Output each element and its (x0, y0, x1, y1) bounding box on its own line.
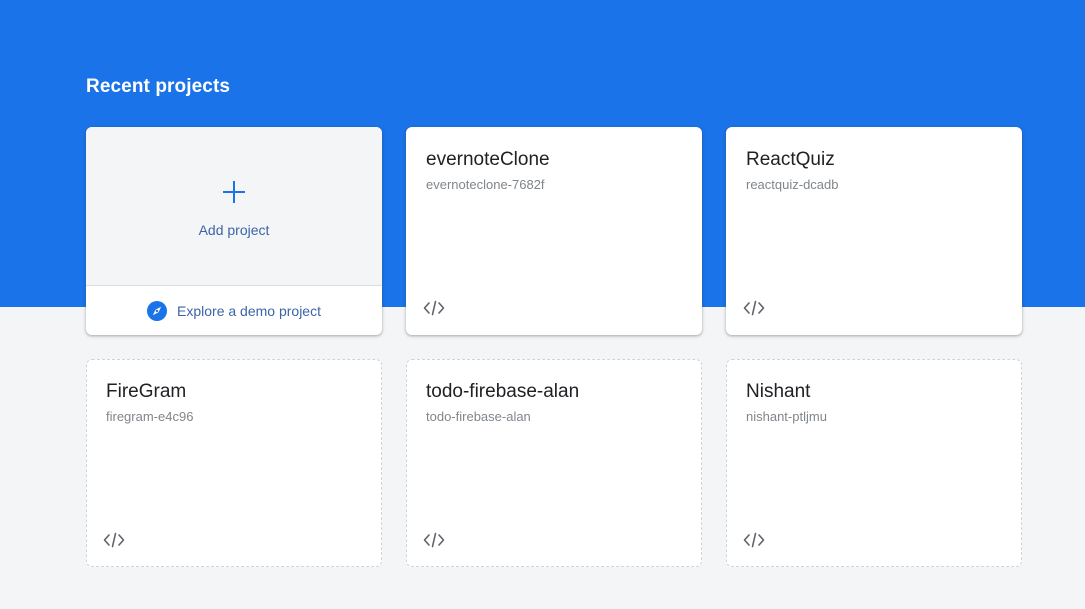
explore-demo-label: Explore a demo project (177, 302, 321, 319)
compass-icon (147, 300, 168, 321)
code-icon (103, 532, 125, 548)
project-name: evernoteClone (426, 149, 550, 170)
plus-icon (223, 181, 245, 203)
projects-grid: Add project Explore a demo project evern… (86, 127, 1022, 567)
code-icon (743, 532, 765, 548)
project-id: evernoteclone-7682f (426, 177, 545, 192)
project-card-nishant[interactable]: Nishant nishant-ptljmu (726, 359, 1022, 567)
add-project-label: Add project (198, 222, 270, 238)
project-id: firegram-e4c96 (106, 409, 194, 424)
project-name: todo-firebase-alan (426, 381, 580, 402)
project-card-reactquiz[interactable]: ReactQuiz reactquiz-dcadb (726, 127, 1022, 335)
recent-projects-title: Recent projects (86, 76, 231, 97)
project-id: nishant-ptljmu (746, 409, 827, 424)
project-name: FireGram (106, 381, 187, 402)
project-card-evernoteclone[interactable]: evernoteClone evernoteclone-7682f (406, 127, 702, 335)
project-card-firegram[interactable]: FireGram firegram-e4c96 (86, 359, 382, 567)
add-project-card: Add project Explore a demo project (86, 127, 382, 335)
project-name: Nishant (746, 381, 811, 402)
project-card-todo-firebase-alan[interactable]: todo-firebase-alan todo-firebase-alan (406, 359, 702, 567)
explore-demo-project-link[interactable]: Explore a demo project (86, 286, 382, 335)
project-id: reactquiz-dcadb (746, 177, 839, 192)
project-id: todo-firebase-alan (426, 409, 531, 424)
code-icon (743, 300, 765, 316)
project-name: ReactQuiz (746, 149, 835, 170)
add-project-button[interactable]: Add project (86, 127, 382, 286)
code-icon (423, 532, 445, 548)
code-icon (423, 300, 445, 316)
